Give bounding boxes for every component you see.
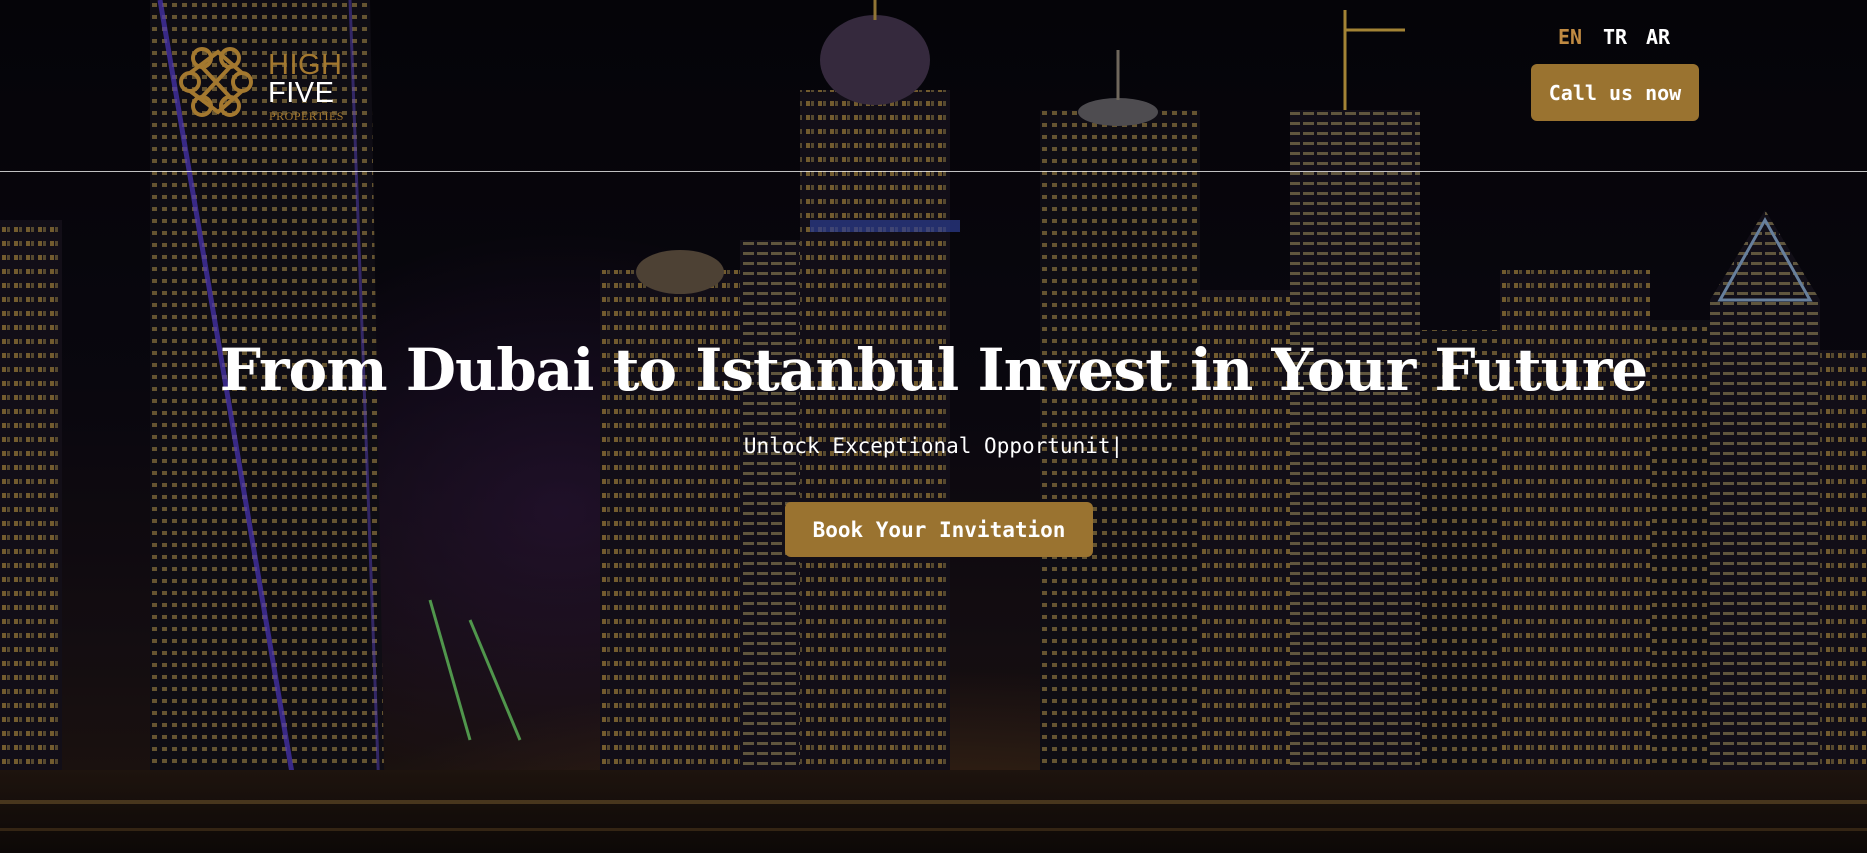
language-en-link[interactable]: EN <box>1558 25 1582 49</box>
call-us-button[interactable]: Call us now <box>1531 64 1699 121</box>
book-invitation-button[interactable]: Book Your Invitation <box>785 502 1093 557</box>
hero-overlay <box>0 0 1867 853</box>
header-divider <box>0 171 1867 172</box>
knot-logo-icon <box>179 47 253 117</box>
language-tr-link[interactable]: TR <box>1603 25 1627 49</box>
logo-word-properties: PROPERTIES <box>269 109 344 123</box>
logo-word-five: FIVE <box>268 77 335 109</box>
brand-logo[interactable]: HIGH FIVE PROPERTIES <box>178 40 353 124</box>
language-ar-link[interactable]: AR <box>1646 25 1670 49</box>
hero-subheadline: Unlock Exceptional Opportunit| <box>743 434 1124 458</box>
logo-word-high: HIGH <box>268 49 343 81</box>
hero-background <box>0 0 1867 853</box>
hero-headline: From Dubai to Istanbul Invest in Your Fu… <box>219 336 1648 404</box>
